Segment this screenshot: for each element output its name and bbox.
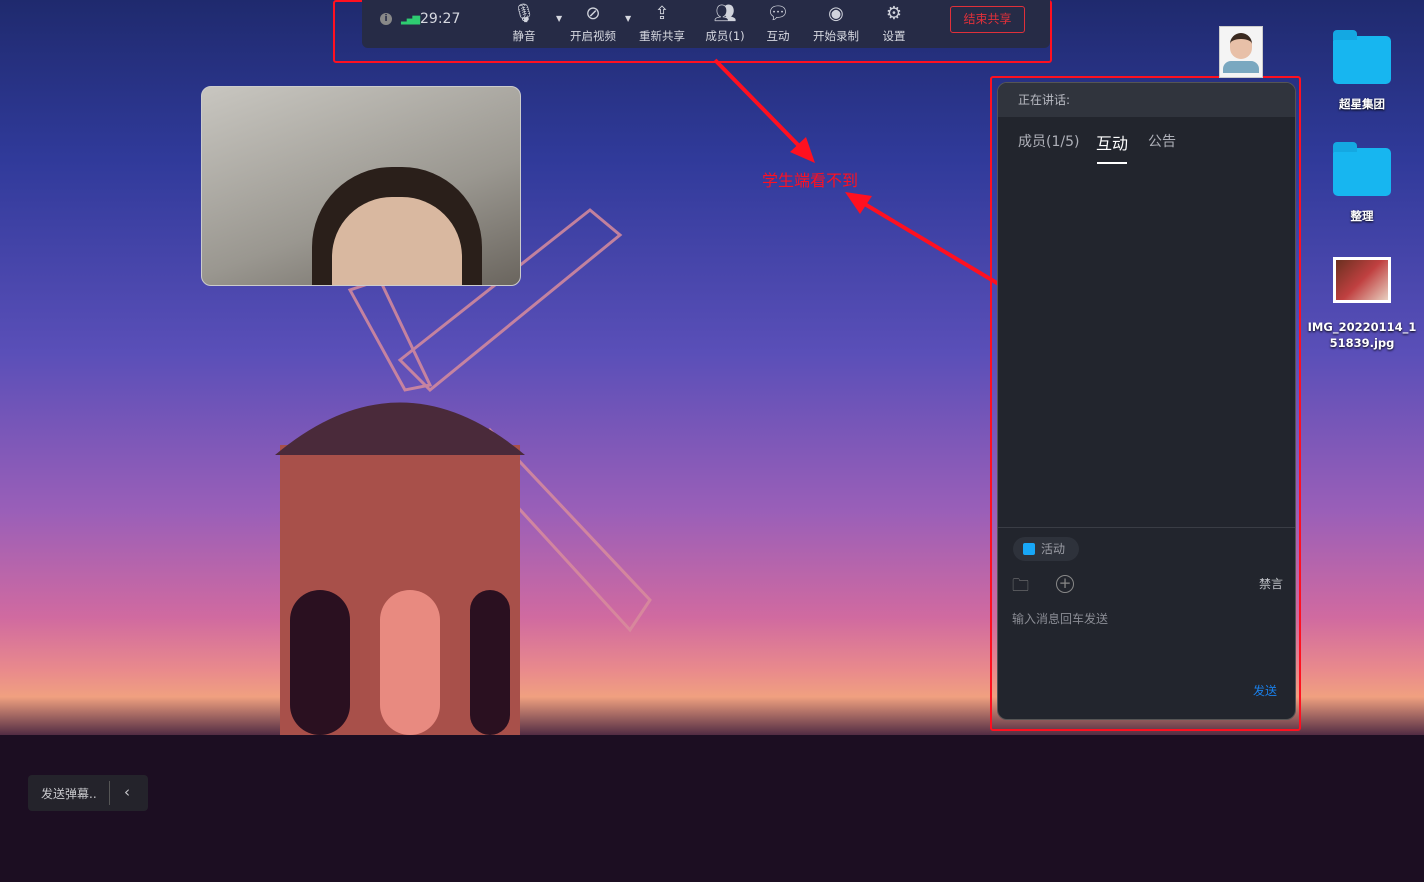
audio-options-chevron-icon[interactable]: ▼ [556,14,562,23]
desktop-image-file[interactable]: IMG_20220114_151839.jpg [1304,257,1420,351]
message-input[interactable]: 输入消息回车发送 [1012,610,1282,670]
collapse-chevron-icon[interactable]: ‹ [124,783,130,801]
start-video-button[interactable]: ⊘ 开启视频 [563,2,623,44]
interact-button[interactable]: 💬︎ 互动 [748,2,808,44]
wallpaper-ground [0,735,1424,882]
mute-all-button[interactable]: 禁言 [1259,575,1283,592]
meeting-timer: 29:27 [420,11,461,27]
folder-icon [1333,30,1391,84]
chat-icon: 💬︎ [766,3,790,24]
settings-button[interactable]: ⚙ 设置 [864,2,924,44]
send-danmaku-button[interactable]: 发送弹幕.. [41,785,97,802]
microphone-icon: 🎙︎ [512,3,536,24]
members-button[interactable]: 👥︎ 成员(1) [695,2,755,44]
self-video-window[interactable] [201,86,521,286]
photo-file-icon[interactable] [1219,26,1263,78]
video-options-chevron-icon[interactable]: ▼ [625,14,631,23]
record-icon: ◉ [828,3,844,24]
image-thumbnail-icon [1333,257,1391,303]
folder-icon[interactable]: 🗀 [1012,573,1029,602]
activity-icon [1023,543,1035,555]
share-screen-icon: ⇪ [654,3,670,24]
send-button[interactable]: 发送 [1253,682,1277,699]
interaction-panel: 正在讲话: 成员(1/5) 互动 公告 活动 🗀 + 禁言 输入消息回车发送 发… [997,82,1296,720]
start-recording-button[interactable]: ◉ 开始录制 [806,2,866,44]
active-tab-underline [1097,162,1127,164]
gear-icon: ⚙ [885,3,903,24]
mute-button[interactable]: 🎙︎ 静音 [494,2,554,44]
video-off-icon: ⊘ [585,3,601,24]
desktop-folder-organize[interactable]: 整理 [1324,142,1400,224]
divider [998,527,1295,528]
desktop-folder-chaoxing[interactable]: 超星集团 [1324,30,1400,112]
tab-interact[interactable]: 互动 [1096,130,1128,154]
divider [109,781,110,805]
activity-button[interactable]: 活动 [1013,537,1079,561]
danmaku-bar: 发送弹幕.. ‹ [28,775,148,811]
tab-members[interactable]: 成员(1/5) [1018,131,1079,151]
members-icon: 👥︎ [713,3,737,24]
tab-announcement[interactable]: 公告 [1148,131,1176,151]
reshare-button[interactable]: ⇪ 重新共享 [632,2,692,44]
add-icon[interactable]: + [1056,575,1074,593]
meeting-toolbar: i ▂▄▆ 29:27 🎙︎ 静音 ▼ ⊘ 开启视频 ▼ ⇪ 重新共享 👥︎ 成员(1)… [362,0,1050,48]
end-share-button[interactable]: 结束共享 [950,6,1025,33]
signal-icon: ▂▄▆ [401,14,420,25]
info-icon[interactable]: i [380,13,392,25]
annotation-text: 学生端看不到 [762,171,859,190]
speaking-indicator: 正在讲话: [998,83,1295,117]
folder-icon [1333,142,1391,196]
